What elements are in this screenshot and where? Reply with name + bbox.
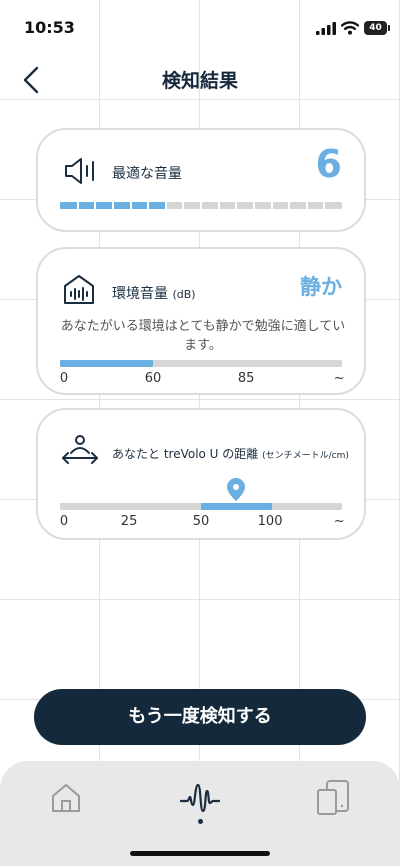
location-pin-icon: [227, 478, 246, 501]
ambient-scale-label: 85: [237, 371, 255, 386]
ambient-volume-label-text: 環境音量: [112, 286, 168, 302]
volume-step-divider: [182, 202, 185, 209]
volume-step-divider: [94, 202, 97, 209]
ambient-volume-card: 環境音量 (dB) 静か あなたがいる環境はとても静かで勉強に適しています。 0…: [36, 247, 366, 395]
status-bar: 10:53 40: [0, 0, 400, 56]
distance-scale-label: 100: [257, 514, 283, 529]
distance-range-fill: [201, 503, 272, 510]
person-distance-icon: [62, 435, 98, 464]
volume-step-divider: [147, 202, 150, 209]
distance-bar: [60, 503, 342, 510]
volume-step-divider: [305, 202, 308, 209]
volume-step-divider: [111, 202, 114, 209]
retry-detection-button[interactable]: もう一度検知する: [34, 689, 366, 745]
tab-bar: [0, 761, 400, 866]
volume-step-divider: [288, 202, 291, 209]
tab-device[interactable]: [313, 777, 353, 817]
volume-step-divider: [217, 202, 220, 209]
volume-step-divider: [164, 202, 167, 209]
ambient-volume-label: 環境音量 (dB): [112, 283, 196, 303]
signal-icon: [316, 22, 336, 35]
ambient-scale-label: ~: [333, 371, 345, 386]
distance-scale-label: 50: [192, 514, 210, 529]
battery-level: 40: [364, 21, 387, 35]
distance-unit: (センチメートル/cm): [262, 451, 349, 461]
distance-label-text: あなたと treVolo U の距離: [112, 447, 259, 461]
home-icon: [52, 784, 80, 812]
volume-step-divider: [252, 202, 255, 209]
optimal-volume-value: 6: [315, 142, 342, 186]
volume-step-divider: [235, 202, 238, 209]
distance-label: あなたと treVolo U の距離 (センチメートル/cm): [112, 445, 349, 462]
optimal-volume-label: 最適な音量: [112, 166, 182, 182]
ambient-scale-label: 60: [144, 371, 162, 386]
ambient-status: 静か: [300, 275, 342, 299]
optimal-volume-card: 最適な音量 6: [36, 128, 366, 232]
ambient-scale-label: 0: [59, 371, 69, 386]
device-icon: [317, 780, 349, 815]
volume-step-divider: [270, 202, 273, 209]
ambient-volume-unit: (dB): [172, 288, 196, 301]
battery-icon: 40: [364, 21, 390, 35]
home-indicator: [130, 851, 270, 856]
tab-home[interactable]: [46, 777, 86, 817]
status-time: 10:53: [24, 18, 75, 37]
volume-step-divider: [129, 202, 132, 209]
ambient-volume-bar: [60, 360, 342, 367]
active-tab-indicator: [198, 819, 203, 824]
distance-scale-label: 25: [120, 514, 138, 529]
speaker-icon: [65, 158, 94, 184]
distance-scale-label: 0: [59, 514, 69, 529]
ambient-volume-fill: [60, 360, 154, 367]
page-title: 検知結果: [161, 70, 238, 92]
distance-scale-label: ~: [333, 514, 345, 529]
house-soundwave-icon: [64, 275, 94, 304]
volume-step-divider: [200, 202, 202, 209]
volume-step-divider: [76, 202, 79, 209]
volume-step-divider: [323, 202, 326, 209]
wifi-icon: [341, 21, 359, 35]
optimal-volume-bar: [60, 202, 342, 209]
ambient-description: あなたがいる環境はとても静かで勉強に適しています。: [60, 319, 346, 353]
tab-detect[interactable]: [179, 777, 221, 817]
distance-card: あなたと treVolo U の距離 (センチメートル/cm) 0 25 50 100…: [36, 408, 366, 540]
soundwave-icon: [179, 783, 221, 813]
